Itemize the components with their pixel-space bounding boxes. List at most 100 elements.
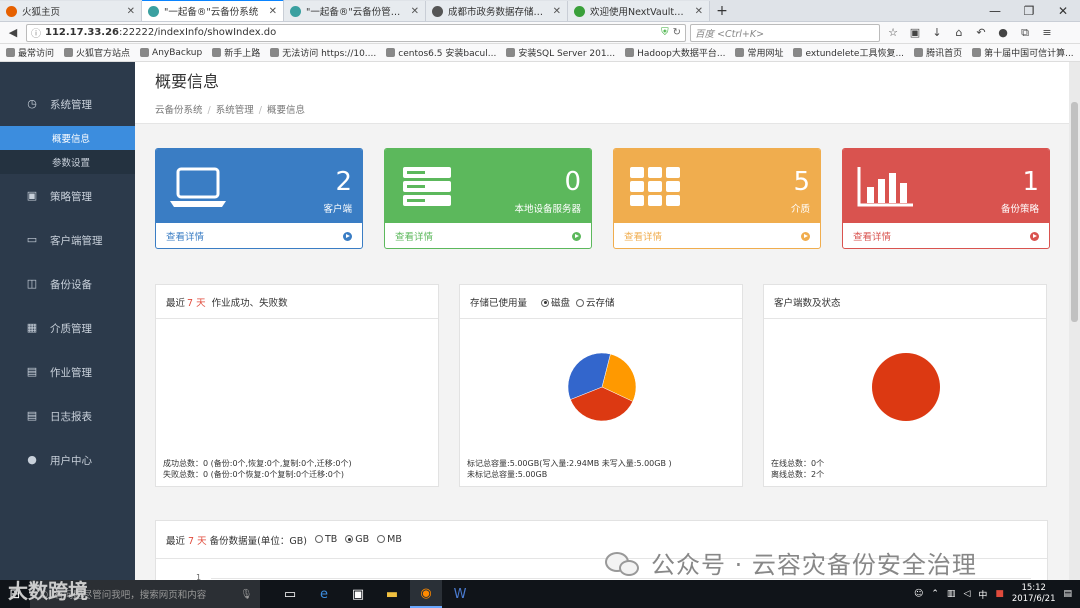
close-tab-icon[interactable]: ✕: [695, 6, 703, 17]
explorer-icon[interactable]: ▬: [376, 580, 408, 608]
bookmark-item[interactable]: 腾讯首页: [914, 46, 962, 59]
sidebar-item[interactable]: ◫ 备份设备: [0, 262, 135, 306]
card-value: 5: [793, 167, 810, 197]
close-tab-icon[interactable]: ✕: [411, 6, 419, 17]
chat-icon[interactable]: ●: [994, 26, 1012, 39]
network-icon[interactable]: ▥: [947, 589, 956, 599]
browser-tab[interactable]: 成都市政务数据存储与灾备 ✕: [426, 1, 568, 21]
bookmark-favicon-icon: [386, 48, 396, 57]
microphone-icon[interactable]: 🎙: [240, 589, 252, 600]
user-icon[interactable]: ☺: [914, 589, 923, 599]
bookmark-item[interactable]: Hadoop大数据平台...: [625, 46, 725, 59]
card-value: 2: [335, 167, 352, 197]
page-scrollbar[interactable]: [1069, 62, 1080, 580]
ime-indicator[interactable]: 中: [978, 588, 987, 601]
sidebar-item[interactable]: ▣ 策略管理: [0, 174, 135, 218]
new-tab-button[interactable]: +: [710, 1, 734, 21]
undo-icon[interactable]: ↶: [972, 26, 990, 39]
bookmark-item[interactable]: AnyBackup: [140, 48, 202, 58]
main-content: 概要信息 云备份系统 / 系统管理 / 概要信息 2 客户端 查看详情 0 本地设备服务器 查看详…: [135, 62, 1069, 580]
browser-tab[interactable]: 欢迎使用NextVault备份软件 ✕: [568, 1, 710, 21]
edge-icon[interactable]: e: [308, 580, 340, 608]
browser-tab[interactable]: "一起备®"云备份管理系统 ✕: [284, 1, 426, 21]
windows-taskbar: ⊞ ○ 有问题尽管问我吧，搜索网页和内容 🎙 ▭ e ▣ ▬ ◉ W ☺ ⌃ ▥…: [0, 580, 1080, 608]
sidebar-item[interactable]: ● 用户中心: [0, 438, 135, 482]
bookmark-item[interactable]: extundelete工具恢复...: [793, 46, 904, 59]
notification-icon[interactable]: ▤: [1063, 589, 1072, 599]
url-bar[interactable]: ⓘ 112.17.33.26:22222/indexInfo/showIndex…: [26, 23, 686, 42]
sidebar-item[interactable]: ◷ 系统管理: [0, 82, 135, 126]
sidebar-item[interactable]: ▦ 介质管理: [0, 306, 135, 350]
firefox-icon[interactable]: ◉: [410, 580, 442, 608]
view-details-link[interactable]: 查看详情: [614, 223, 820, 248]
bookmark-item[interactable]: centos6.5 安装bacul...: [386, 46, 496, 59]
bookmark-item[interactable]: 新手上路: [212, 46, 260, 59]
close-window-button[interactable]: ✕: [1046, 0, 1080, 22]
sidebar-item[interactable]: ▤ 作业管理: [0, 350, 135, 394]
bookmark-favicon-icon: [625, 48, 635, 57]
reload-icon[interactable]: ↻: [673, 27, 681, 38]
bookmark-favicon-icon: [270, 48, 280, 57]
sidebar-item[interactable]: ▭ 客户端管理: [0, 218, 135, 262]
close-tab-icon[interactable]: ✕: [269, 6, 277, 17]
menu-icon[interactable]: ≡: [1038, 26, 1056, 39]
unit-mb-radio[interactable]: MB: [377, 534, 402, 545]
sidebar-subitem[interactable]: 概要信息: [0, 126, 135, 150]
shield-icon[interactable]: ⛨: [661, 27, 669, 38]
unit-tb-radio[interactable]: TB: [314, 534, 337, 545]
maximize-button[interactable]: ❐: [1012, 0, 1046, 22]
cloud-radio[interactable]: 云存储: [576, 295, 615, 309]
pie-slice[interactable]: [872, 353, 940, 421]
browser-tab[interactable]: "一起备®"云备份系统 ✕: [142, 0, 284, 21]
bookmark-star-icon[interactable]: ☆: [884, 26, 902, 39]
clock[interactable]: 15:12 2017/6/21: [1012, 583, 1056, 605]
minimize-button[interactable]: —: [978, 0, 1012, 22]
home-icon[interactable]: ⌂: [950, 26, 968, 39]
watermark: 公众号 · 云容灾备份安全治理: [605, 545, 977, 580]
tab-title: 成都市政务数据存储与灾备: [448, 7, 548, 18]
summary-card: 0 本地设备服务器 查看详情: [384, 148, 592, 249]
browser-tab[interactable]: 火狐主页 ✕: [0, 1, 142, 21]
view-details-link[interactable]: 查看详情: [843, 223, 1049, 248]
volume-icon[interactable]: ◁: [963, 589, 970, 599]
page-title: 概要信息: [155, 72, 220, 91]
close-tab-icon[interactable]: ✕: [553, 6, 561, 17]
reading-list-icon[interactable]: ▣: [906, 26, 924, 39]
antivirus-icon[interactable]: ■: [995, 589, 1004, 599]
screenshot-icon[interactable]: ⧉: [1016, 26, 1034, 40]
bookmark-item[interactable]: 常用网址: [735, 46, 783, 59]
marked-capacity: 标记总容量:5.00GB(写入量:2.94MB 未写入量:5.00GB ): [467, 459, 672, 468]
close-tab-icon[interactable]: ✕: [127, 6, 135, 17]
view-details-label: 查看详情: [853, 232, 892, 243]
breadcrumb-current: 概要信息: [266, 105, 305, 116]
stats-panels: 最近 7 天作业成功、失败数 成功总数：0 (备份:0个,恢复:0个,复制:0个,…: [155, 284, 1047, 487]
summary-card: 5 介质 查看详情: [613, 148, 821, 249]
card-label: 本地设备服务器: [514, 204, 581, 215]
download-icon[interactable]: ↓: [928, 26, 946, 39]
disk-radio[interactable]: 磁盘: [541, 295, 570, 309]
bookmark-item[interactable]: 火狐官方站点: [64, 46, 130, 59]
search-input[interactable]: 百度 <Ctrl+K>: [690, 23, 880, 42]
sidebar-subitem[interactable]: 参数设置: [0, 150, 135, 174]
bookmark-item[interactable]: 安装SQL Server 201...: [506, 46, 615, 59]
bookmark-item[interactable]: 无法访问 https://10....: [270, 46, 376, 59]
back-icon[interactable]: ◀: [4, 26, 22, 39]
unit-gb-radio[interactable]: GB: [345, 534, 369, 545]
view-details-label: 查看详情: [624, 232, 663, 243]
bookmark-item[interactable]: 第十届中国可信计算...: [972, 46, 1074, 59]
word-icon[interactable]: W: [444, 580, 476, 608]
view-details-link[interactable]: 查看详情: [385, 223, 591, 248]
info-icon[interactable]: ⓘ: [31, 25, 41, 40]
task-view-icon[interactable]: ▭: [274, 580, 306, 608]
breadcrumb-section[interactable]: 系统管理: [216, 105, 254, 116]
calendar-icon: ▤: [26, 365, 38, 378]
store-icon[interactable]: ▣: [342, 580, 374, 608]
monitor-icon: ▭: [26, 233, 38, 246]
chevron-up-icon[interactable]: ⌃: [931, 589, 939, 599]
breadcrumb-root[interactable]: 云备份系统: [155, 105, 203, 116]
view-details-link[interactable]: 查看详情: [156, 223, 362, 248]
watermark-text: 公众号 · 云容灾备份安全治理: [651, 551, 977, 579]
bookmark-item[interactable]: 最常访问: [6, 46, 54, 59]
sidebar-item[interactable]: ▤ 日志报表: [0, 394, 135, 438]
bookmark-favicon-icon: [212, 48, 222, 57]
